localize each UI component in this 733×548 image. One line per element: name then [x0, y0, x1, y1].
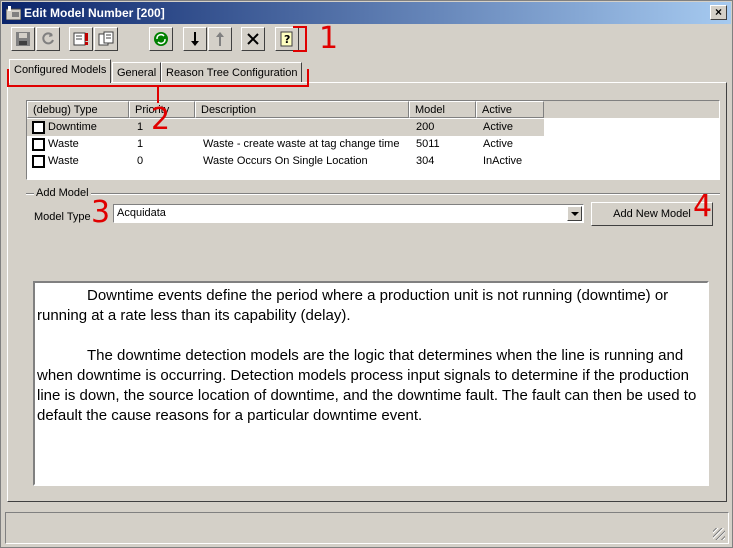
copy-icon — [98, 31, 114, 46]
cell-active: InActive — [483, 155, 523, 167]
delete-icon — [247, 33, 259, 45]
model-description-box[interactable]: Downtime events define the period where … — [33, 281, 709, 486]
model-type-select[interactable]: Acquidata — [113, 204, 584, 223]
refresh-icon — [42, 32, 54, 45]
column-header-description[interactable]: Description — [195, 101, 409, 118]
reload-button[interactable] — [149, 27, 173, 51]
row-checkbox[interactable] — [32, 138, 45, 151]
reload-icon — [154, 32, 168, 46]
resize-grip-icon[interactable] — [713, 528, 725, 540]
status-bar — [5, 512, 729, 544]
chevron-down-icon[interactable] — [567, 206, 582, 221]
cell-type: Waste — [48, 155, 79, 167]
toolbar: ? — [5, 27, 731, 53]
add-model-group-divider — [26, 193, 720, 195]
close-button[interactable]: × — [710, 5, 727, 20]
cell-type: Waste — [48, 138, 79, 150]
table-row[interactable]: Waste 0 Waste Occurs On Single Location … — [27, 153, 719, 170]
model-type-label: Model Type — [34, 211, 91, 223]
description-paragraph: Downtime events define the period where … — [37, 287, 669, 324]
cell-type: Downtime — [48, 121, 97, 133]
cell-description: Waste - create waste at tag change time — [203, 138, 400, 150]
annotation-connector-2 — [157, 87, 159, 103]
table-row[interactable]: Downtime 1 200 Active — [27, 119, 719, 136]
window-title: Edit Model Number [200] — [24, 6, 165, 20]
cell-active: Active — [483, 121, 513, 133]
models-list[interactable]: (debug) Type Priority Description Model … — [26, 100, 720, 180]
cell-active: Active — [483, 138, 513, 150]
column-header-active[interactable]: Active — [476, 101, 544, 118]
app-icon — [5, 6, 22, 21]
edit-model-window: Edit Model Number [200] × ? Configured M… — [0, 0, 733, 548]
model-type-value: Acquidata — [117, 207, 166, 219]
description-paragraph: The downtime detection models are the lo… — [37, 347, 697, 424]
cell-priority: 1 — [137, 121, 144, 133]
annotation-bracket-1 — [293, 26, 307, 52]
save-icon — [16, 32, 30, 46]
move-down-button[interactable] — [183, 27, 207, 51]
arrow-up-icon — [216, 32, 224, 46]
copy-button[interactable] — [94, 27, 118, 51]
row-checkbox[interactable] — [32, 155, 45, 168]
row-selection-highlight — [27, 119, 544, 136]
cell-model: 304 — [416, 155, 435, 167]
cell-model: 5011 — [416, 138, 440, 150]
arrow-down-icon — [191, 32, 199, 46]
title-bar: Edit Model Number [200] × — [2, 2, 731, 24]
svg-text:?: ? — [284, 33, 290, 46]
cell-priority: 0 — [137, 155, 144, 167]
annotation-marker-1: 1 — [319, 21, 339, 56]
annotation-marker-4: 4 — [693, 189, 713, 224]
row-checkbox[interactable] — [32, 121, 45, 134]
annotation-marker-2: 2 — [151, 102, 171, 137]
delete-button[interactable] — [241, 27, 265, 51]
save-button[interactable] — [11, 27, 35, 51]
table-row[interactable]: Waste 1 Waste - create waste at tag chan… — [27, 136, 719, 153]
cell-priority: 1 — [137, 138, 144, 150]
alarm-icon — [73, 32, 88, 46]
column-header-type[interactable]: (debug) Type — [27, 101, 129, 118]
cell-description: Waste Occurs On Single Location — [203, 155, 368, 167]
alarm-button[interactable] — [69, 27, 93, 51]
refresh-button[interactable] — [36, 27, 60, 51]
move-up-button[interactable] — [208, 27, 232, 51]
tab-configured-models[interactable]: Configured Models — [9, 59, 112, 83]
column-header-model[interactable]: Model — [409, 101, 476, 118]
cell-model: 200 — [416, 121, 435, 133]
annotation-marker-3: 3 — [91, 195, 111, 230]
list-header: (debug) Type Priority Description Model … — [27, 101, 719, 118]
add-model-group-label: Add Model — [34, 187, 91, 199]
